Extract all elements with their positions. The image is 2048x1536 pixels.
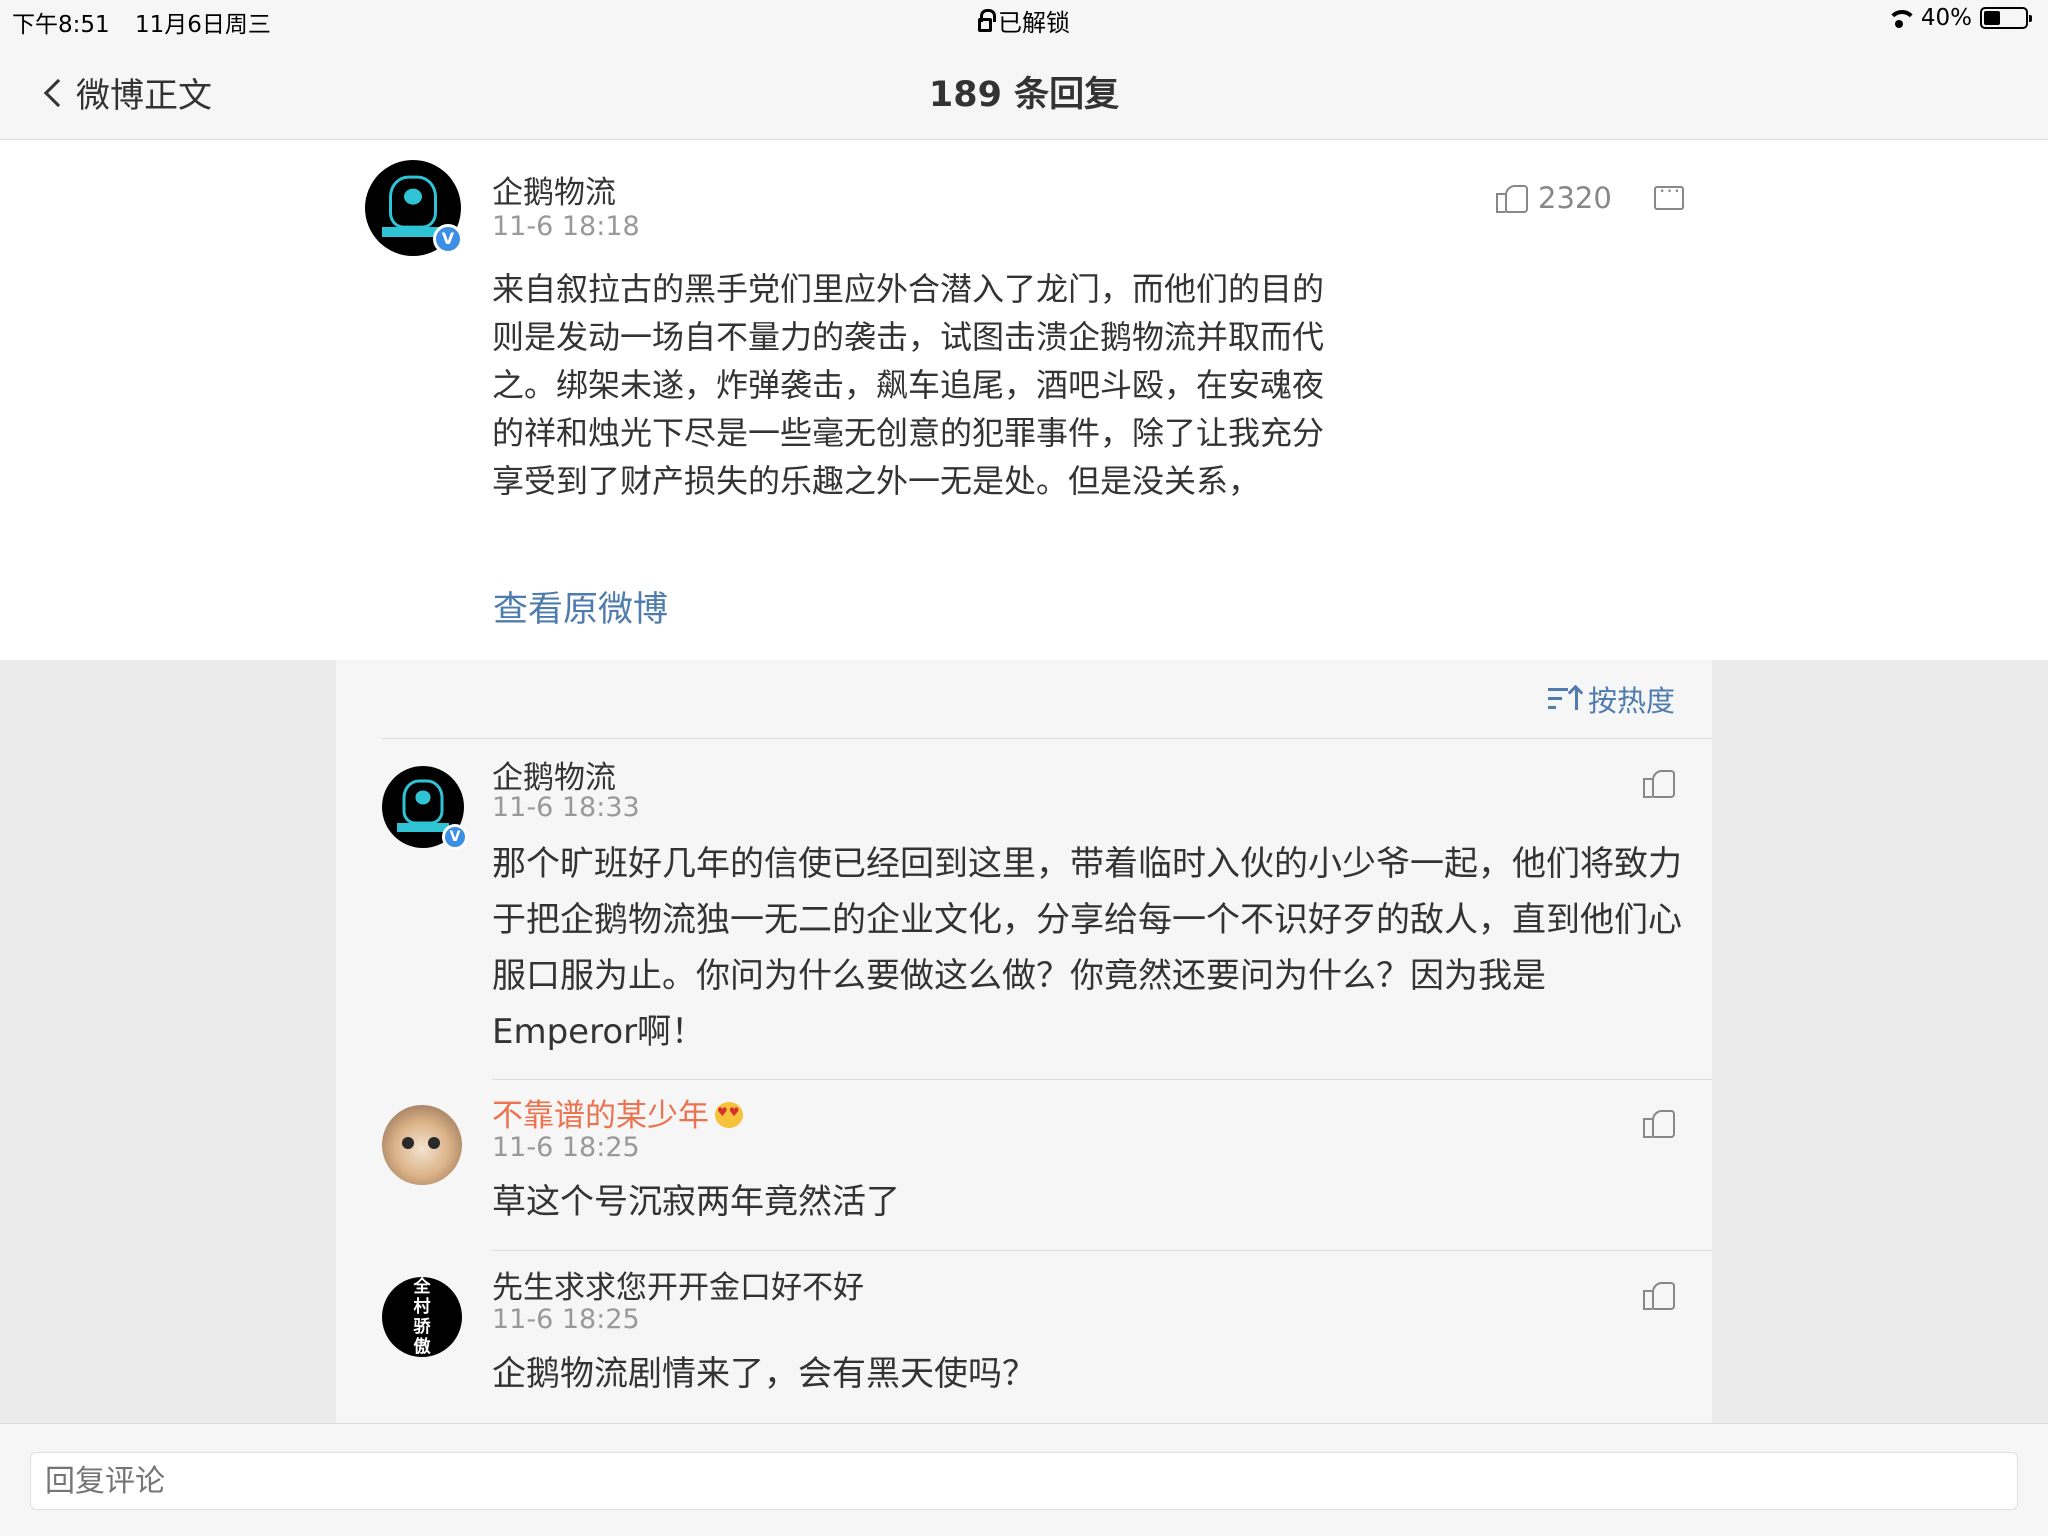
avatar[interactable]: V [365, 160, 463, 256]
reply-author[interactable]: 不靠谱的某少年 [492, 1090, 743, 1135]
reply-text: 草这个号沉寂两年竟然活了 [492, 1182, 900, 1222]
author-name[interactable]: 企鹅物流 [492, 167, 616, 212]
reply-time: 11-6 18:25 [492, 1304, 640, 1335]
status-bar: 下午8:51 11月6日周三 已解锁 40% [0, 0, 2048, 40]
lock-icon [978, 9, 996, 32]
sort-icon [1548, 686, 1578, 712]
penguin-logistics-logo [389, 175, 437, 229]
thumbs-up-icon[interactable] [1643, 1108, 1675, 1138]
avatar[interactable] [382, 1105, 462, 1185]
divider [382, 738, 1712, 739]
comment-time: 11-6 18:18 [492, 211, 640, 242]
main-comment: V 企鹅物流 11-6 18:18 2320 来自叙拉古的黑手党们里应外合潜入了… [0, 141, 2048, 660]
wifi-icon [1885, 8, 1913, 28]
avatar-text-char: 村 [413, 1297, 431, 1317]
logo-band [396, 823, 450, 832]
reply-bar [0, 1423, 2048, 1536]
avatar[interactable]: V [382, 766, 468, 850]
battery-percent: 40% [1920, 5, 1972, 31]
divider [492, 1250, 1712, 1251]
emoji-icon [715, 1101, 743, 1128]
sort-label: 按热度 [1588, 684, 1676, 718]
avatar-text-char: 骄 [413, 1317, 431, 1337]
divider [492, 1079, 1712, 1080]
avatar-text-char: 傲 [413, 1337, 431, 1357]
reply-input[interactable] [30, 1452, 2018, 1510]
like-count: 2320 [1538, 181, 1612, 215]
comment-icon[interactable] [1654, 179, 1684, 210]
avatar-text-char: 全 [413, 1277, 431, 1297]
reply-time: 11-6 18:33 [492, 792, 640, 823]
thumbs-up-icon [1496, 183, 1528, 213]
sort-button[interactable]: 按热度 [1548, 678, 1675, 720]
thumbs-up-icon[interactable] [1643, 1280, 1675, 1310]
status-right: 40% [1885, 5, 2032, 31]
battery-fill [1984, 11, 2000, 25]
penguin-logistics-logo [402, 779, 444, 825]
battery-icon [1980, 7, 2032, 29]
reply-time: 11-6 18:25 [492, 1132, 640, 1163]
reply-author-name: 不靠谱的某少年 [492, 1098, 709, 1134]
reply-text: 那个旷班好几年的信使已经回到这里，带着临时入伙的小少爷一起，他们将致力于把企鹅物… [492, 844, 1682, 1052]
like-button[interactable]: 2320 [1496, 181, 1612, 215]
thumbs-up-icon[interactable] [1643, 768, 1675, 798]
comment-text: 来自叙拉古的黑手党们里应外合潜入了龙门，而他们的目的则是发动一场自不量力的袭击，… [492, 270, 1325, 500]
lock-status: 已解锁 [0, 3, 2048, 38]
verified-badge-icon: V [433, 224, 463, 254]
avatar[interactable]: 全 村 骄 傲 [382, 1277, 462, 1357]
verified-badge-icon: V [442, 824, 468, 850]
reply-author[interactable]: 企鹅物流 [492, 752, 616, 797]
page-title: 189 条回复 [928, 75, 1120, 115]
nav-bar: 微博正文 189 条回复 [0, 40, 2048, 140]
lock-status-label: 已解锁 [998, 9, 1070, 37]
reply-author[interactable]: 先生求求您开开金口好不好 [492, 1262, 864, 1307]
view-original-link[interactable]: 查看原微博 [493, 581, 668, 632]
reply-text: 企鹅物流剧情来了，会有黑天使吗？ [492, 1354, 1036, 1394]
